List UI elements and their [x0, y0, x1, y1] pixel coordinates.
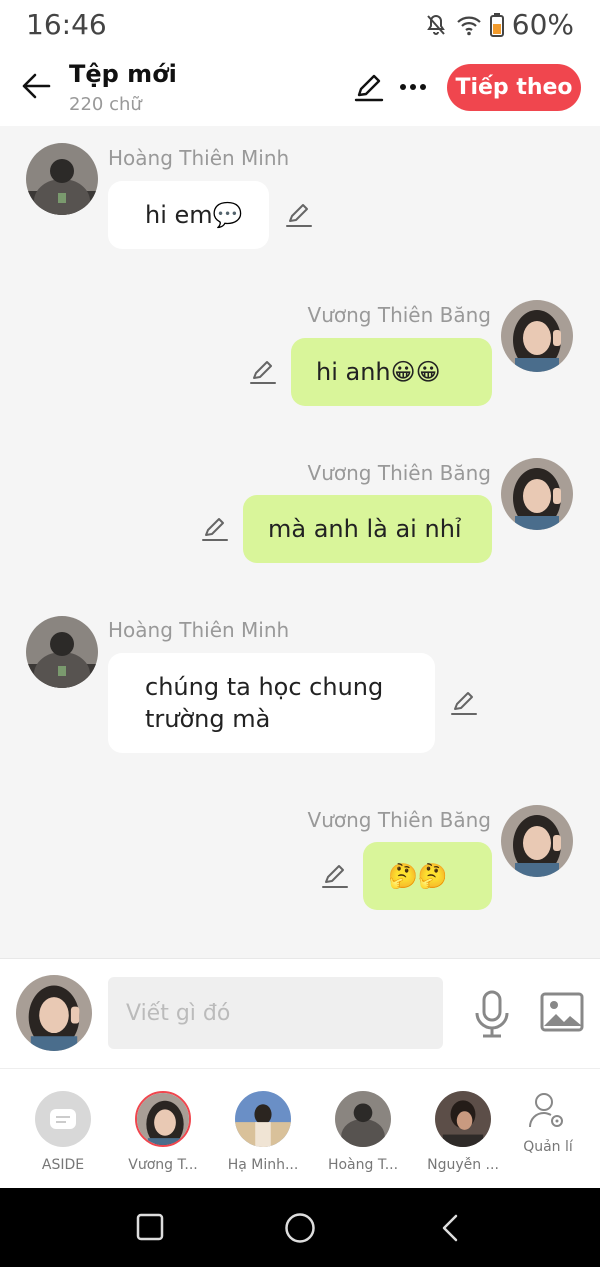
status-bar: 16:46 60% [0, 0, 600, 52]
character-avatar [335, 1091, 391, 1147]
home-button[interactable] [284, 1212, 316, 1244]
back-arrow-icon [22, 73, 51, 99]
mute-icon [424, 13, 448, 37]
system-nav-bar [0, 1188, 600, 1267]
character-hoang[interactable]: Hoàng T... [318, 1091, 408, 1173]
pencil-icon [202, 518, 228, 541]
message-text: hi em💬 [145, 201, 243, 229]
circle-nav-icon [285, 1213, 315, 1243]
edit-message-button[interactable] [248, 357, 278, 387]
status-icons: 60% [424, 8, 574, 41]
message-bubble[interactable]: 🤔🤔 [363, 842, 492, 910]
image-icon [540, 992, 584, 1032]
square-nav-icon [136, 1213, 164, 1241]
avatar-hoang-thien-minh[interactable] [26, 616, 98, 688]
composer: Viết gì đó [0, 958, 600, 1068]
message-text: mà anh là ai nhỉ [268, 515, 462, 543]
more-button[interactable] [396, 70, 430, 104]
word-count: 220 chữ [69, 94, 142, 115]
character-avatar [235, 1091, 291, 1147]
more-icon [400, 84, 426, 90]
sender-name: Vương Thiên Băng [307, 808, 491, 832]
character-avatar [435, 1091, 491, 1147]
sender-name: Vương Thiên Băng [307, 461, 491, 485]
sender-name: Hoàng Thiên Minh [108, 146, 290, 170]
character-aside[interactable]: ASIDE [18, 1091, 108, 1173]
header: Tệp mới 220 chữ Tiếp theo [0, 52, 600, 126]
next-button[interactable]: Tiếp theo [447, 64, 581, 111]
wifi-icon [456, 14, 482, 36]
image-button[interactable] [540, 992, 584, 1032]
manage-characters-button[interactable]: Quản lí [503, 1091, 593, 1155]
message-bubble[interactable]: hi anh😀😀 [291, 338, 492, 406]
character-ha-minh[interactable]: Hạ Minh... [218, 1091, 308, 1173]
pencil-icon [250, 361, 276, 384]
character-name: Hoàng T... [327, 1157, 399, 1173]
message-text: 🤔🤔 [388, 862, 448, 890]
avatar-vuong-thien-bang[interactable] [501, 805, 573, 877]
status-time: 16:46 [26, 8, 107, 41]
pencil-icon [286, 204, 312, 227]
edit-message-button[interactable] [449, 688, 479, 718]
character-name: Vương T... [128, 1157, 198, 1173]
character-name: ASIDE [41, 1157, 85, 1173]
edit-message-button[interactable] [284, 200, 314, 230]
avatar-vuong-thien-bang[interactable] [501, 300, 573, 372]
character-name: Nguyễn ... [427, 1157, 499, 1173]
edit-message-button[interactable] [200, 514, 230, 544]
back-nav-icon [442, 1214, 458, 1242]
message-bubble[interactable]: mà anh là ai nhỉ [243, 495, 492, 563]
character-strip: ASIDE Vương T... Hạ Minh... Hoàng T... N… [0, 1068, 600, 1188]
message-input-placeholder: Viết gì đó [126, 1000, 231, 1026]
pencil-icon [451, 692, 477, 715]
avatar-hoang-thien-minh[interactable] [26, 143, 98, 215]
character-name: Hạ Minh... [227, 1157, 299, 1173]
page-title: Tệp mới [69, 60, 177, 88]
character-nguyen[interactable]: Nguyễn ... [418, 1091, 508, 1173]
back-nav-button[interactable] [438, 1213, 462, 1243]
current-character-avatar[interactable] [16, 975, 92, 1051]
chat-bubble-icon [50, 1109, 76, 1129]
back-button[interactable] [16, 66, 56, 106]
manage-label: Quản lí [523, 1139, 573, 1155]
pencil-icon [322, 865, 348, 888]
manage-icon [528, 1091, 568, 1131]
sender-name: Hoàng Thiên Minh [108, 618, 290, 642]
message-text-line: chúng ta học chung [145, 673, 384, 701]
message-text-line: trường mà [145, 705, 271, 733]
character-vuong[interactable]: Vương T... [118, 1091, 208, 1173]
pencil-icon [354, 74, 384, 102]
recents-button[interactable] [136, 1213, 164, 1241]
mic-icon [475, 990, 509, 1038]
aside-avatar [35, 1091, 91, 1147]
edit-message-button[interactable] [320, 861, 350, 891]
message-bubble[interactable]: hi em💬 [108, 181, 269, 249]
character-avatar [135, 1091, 191, 1147]
message-bubble[interactable]: chúng ta học chung trường mà [108, 653, 435, 753]
battery-icon [489, 12, 504, 37]
battery-percent: 60% [511, 8, 574, 41]
edit-title-button[interactable] [352, 70, 386, 104]
message-text: hi anh😀😀 [316, 358, 441, 386]
sender-name: Vương Thiên Băng [307, 303, 491, 327]
mic-button[interactable] [472, 989, 512, 1039]
message-input[interactable]: Viết gì đó [108, 977, 443, 1049]
avatar-vuong-thien-bang[interactable] [501, 458, 573, 530]
